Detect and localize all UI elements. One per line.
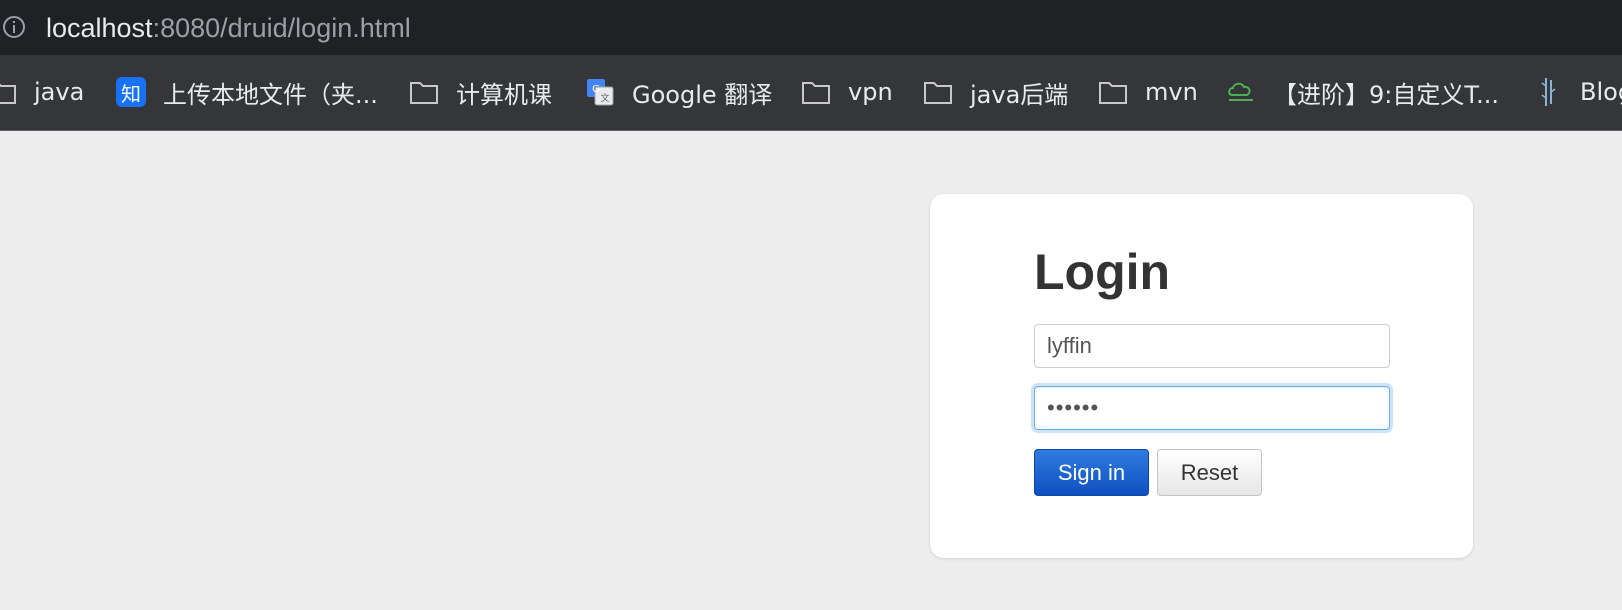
bamboo-icon xyxy=(1532,76,1564,108)
folder-icon xyxy=(1097,76,1129,108)
folder-icon xyxy=(408,76,440,108)
bookmark-label: Google 翻译 xyxy=(632,80,773,109)
bookmark-google-translate[interactable]: G 文 Google 翻译 xyxy=(584,73,772,111)
bookmark-label: 上传本地文件（夹... xyxy=(163,80,378,109)
url-host: localhost xyxy=(46,13,153,43)
info-icon[interactable] xyxy=(2,15,26,39)
address-bar[interactable]: localhost:8080/druid/login.html xyxy=(0,0,1622,55)
bookmark-label: java后端 xyxy=(970,80,1069,109)
google-translate-icon: G 文 xyxy=(584,76,616,108)
bookmarks-bar: java 知 上传本地文件（夹... 计算机课 G 文 Google 翻译 vp xyxy=(0,55,1622,131)
zhihu-icon: 知 xyxy=(115,76,147,108)
login-card: Login Sign in Reset xyxy=(930,194,1473,558)
bookmark-label: mvn xyxy=(1145,78,1198,106)
username-input[interactable] xyxy=(1034,324,1390,368)
folder-icon xyxy=(922,76,954,108)
reset-button[interactable]: Reset xyxy=(1157,449,1262,496)
bookmark-upload-local-files[interactable]: 知 上传本地文件（夹... xyxy=(115,73,378,111)
sign-in-button[interactable]: Sign in xyxy=(1034,449,1149,496)
zhihu-badge: 知 xyxy=(116,77,146,107)
folder-icon xyxy=(800,76,832,108)
bookmark-blog[interactable]: Blog xyxy=(1532,73,1622,111)
login-title: Login xyxy=(1034,244,1171,300)
bookmark-java[interactable]: java xyxy=(0,73,84,111)
bookmark-java-backend[interactable]: java后端 xyxy=(922,73,1068,111)
bookmark-vpn[interactable]: vpn xyxy=(800,73,893,111)
bookmark-label: java xyxy=(34,78,85,106)
bookmark-advanced-custom[interactable]: 【进阶】9:自定义T... xyxy=(1225,73,1499,111)
bookmark-mvn[interactable]: mvn xyxy=(1097,73,1198,111)
svg-text:文: 文 xyxy=(600,92,609,104)
page-content: Login Sign in Reset xyxy=(0,131,1622,610)
url-path: :8080/druid/login.html xyxy=(152,13,411,43)
bookmark-label: vpn xyxy=(848,78,893,106)
svg-text:G: G xyxy=(592,84,600,95)
url-text[interactable]: localhost:8080/druid/login.html xyxy=(46,12,411,44)
password-input[interactable] xyxy=(1034,386,1390,430)
bookmark-label: 【进阶】9:自定义T... xyxy=(1273,80,1500,109)
bookmark-label: Blog xyxy=(1580,78,1622,106)
folder-icon xyxy=(0,76,18,108)
bookmark-label: 计算机课 xyxy=(456,80,552,109)
bookmark-computer-course[interactable]: 计算机课 xyxy=(408,73,552,111)
cloud-logo-icon xyxy=(1225,76,1257,108)
